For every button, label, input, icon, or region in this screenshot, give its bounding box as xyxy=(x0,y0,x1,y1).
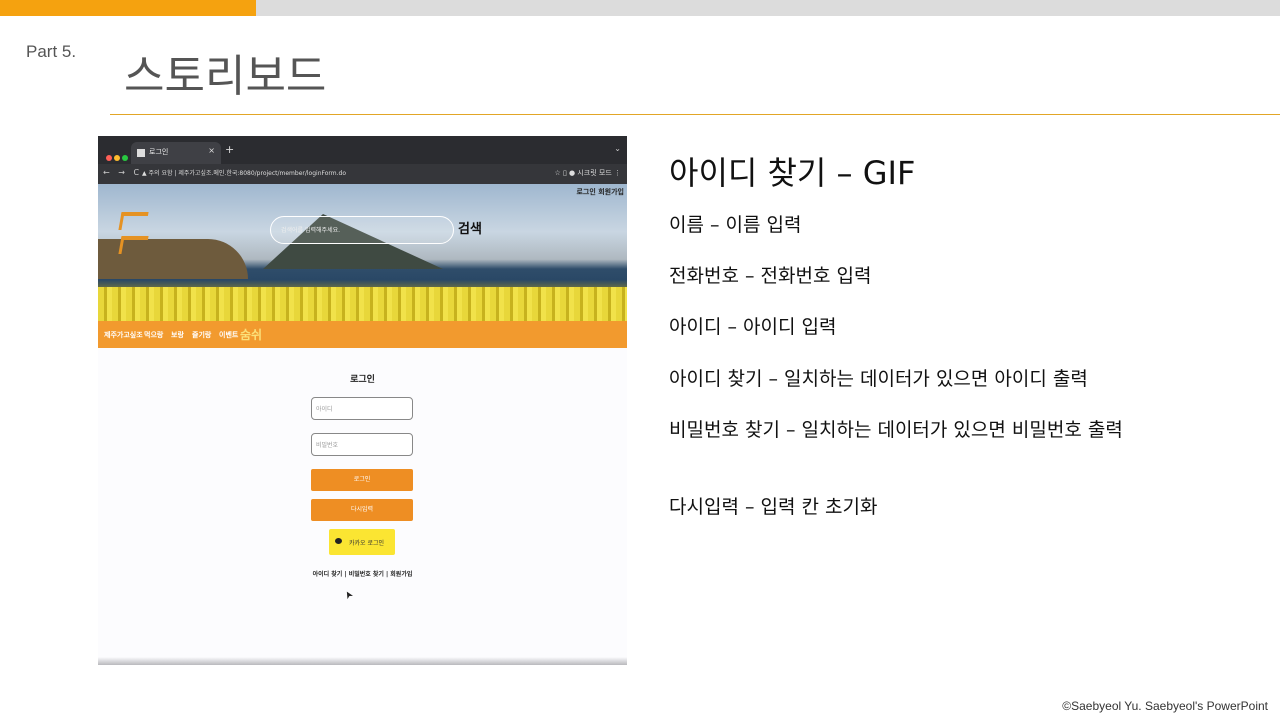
mouse-cursor-icon: ➤ xyxy=(342,588,357,601)
maximize-dot-icon xyxy=(122,155,128,161)
password-placeholder: 비밀번호 xyxy=(316,442,339,449)
site-nav-item: 보랑 xyxy=(171,331,184,339)
site-nav-item: 즐기랑 xyxy=(192,331,212,339)
close-dot-icon xyxy=(106,155,112,161)
new-tab-icon: + xyxy=(225,143,235,156)
account-links: 아이디 찾기 | 비밀번호 찾기 | 회원가입 xyxy=(312,571,413,578)
site-navbar: 제주가고싶조 먹으랑 보랑 즐기랑 이벤트 숨쉬 xyxy=(98,321,627,348)
reset-button: 다시입력 xyxy=(311,499,413,521)
site-nav-item: 먹으랑 xyxy=(144,331,164,339)
section-title: 아이디 찾기 – GIF xyxy=(669,154,916,192)
url-text: ▲ 주의 요함 | 제주가고싶조.메인.한국:8080/project/memb… xyxy=(142,170,347,177)
description-line: 다시입력 – 입력 칸 초기화 xyxy=(669,496,878,518)
id-field: 아이디 xyxy=(311,397,413,420)
footer-credit: ©Saebyeol Yu. Saebyeol's PowerPoint xyxy=(1062,699,1268,713)
id-placeholder: 아이디 xyxy=(316,406,333,413)
site-logo xyxy=(118,206,149,254)
slide-title: 스토리보드 xyxy=(124,51,327,102)
site-top-menu: 로그인 회원가입 xyxy=(576,188,624,196)
browser-tabbar: 로그인 × + ⌄ xyxy=(98,136,627,164)
browser-addressbar: ← → C ▲ 주의 요함 | 제주가고싶조.메인.한국:8080/projec… xyxy=(98,164,627,184)
minimize-dot-icon xyxy=(114,155,120,161)
favicon-icon xyxy=(137,149,145,157)
top-bar xyxy=(0,0,1280,16)
site-nav-item: 숨쉬 xyxy=(240,328,263,342)
window-controls xyxy=(106,146,130,165)
login-button: 로그인 xyxy=(311,469,413,491)
title-divider xyxy=(110,114,1280,115)
tab-menu-icon: ⌄ xyxy=(614,144,621,153)
description-line: 아이디 – 아이디 입력 xyxy=(669,316,837,338)
description-line: 이름 – 이름 입력 xyxy=(669,214,802,236)
description-line: 전화번호 – 전화번호 입력 xyxy=(669,265,872,287)
site-nav-item: 제주가고싶조 xyxy=(104,331,143,339)
site-nav-item: 이벤트 xyxy=(219,331,239,339)
password-field: 비밀번호 xyxy=(311,433,413,456)
description-line: 아이디 찾기 – 일치하는 데이터가 있으면 아이디 출력 xyxy=(669,368,1088,390)
login-heading: 로그인 xyxy=(350,375,375,385)
kakao-bubble-icon xyxy=(335,538,342,544)
browser-toolbar-icons: ☆ ▯ ● 시크릿 모드 ⋮ xyxy=(554,169,621,177)
top-bar-accent xyxy=(0,0,256,16)
banner-flower-field xyxy=(98,287,627,321)
description-line: 비밀번호 찾기 – 일치하는 데이터가 있으면 비밀번호 출력 xyxy=(669,419,1123,441)
site-banner: 로그인 회원가입 검색어를 입력해주세요. 검색 xyxy=(98,184,627,321)
browser-tab: 로그인 × xyxy=(131,142,221,164)
kakao-login-label: 카카오 로그인 xyxy=(349,540,385,547)
tab-label: 로그인 xyxy=(149,148,169,156)
part-label: Part 5. xyxy=(26,42,77,61)
screenshot-bottom-edge xyxy=(98,657,627,665)
kakao-login-button: 카카오 로그인 xyxy=(329,529,395,555)
screenshot-image: 로그인 × + ⌄ ← → C ▲ 주의 요함 | 제주가고싶조.메인.한국:8… xyxy=(98,136,627,665)
site-search-input: 검색어를 입력해주세요. xyxy=(270,216,454,244)
tab-close-icon: × xyxy=(208,146,215,155)
browser-nav-icons: ← → C xyxy=(103,168,143,177)
site-search-button: 검색 xyxy=(458,222,482,237)
search-placeholder: 검색어를 입력해주세요. xyxy=(281,227,341,234)
